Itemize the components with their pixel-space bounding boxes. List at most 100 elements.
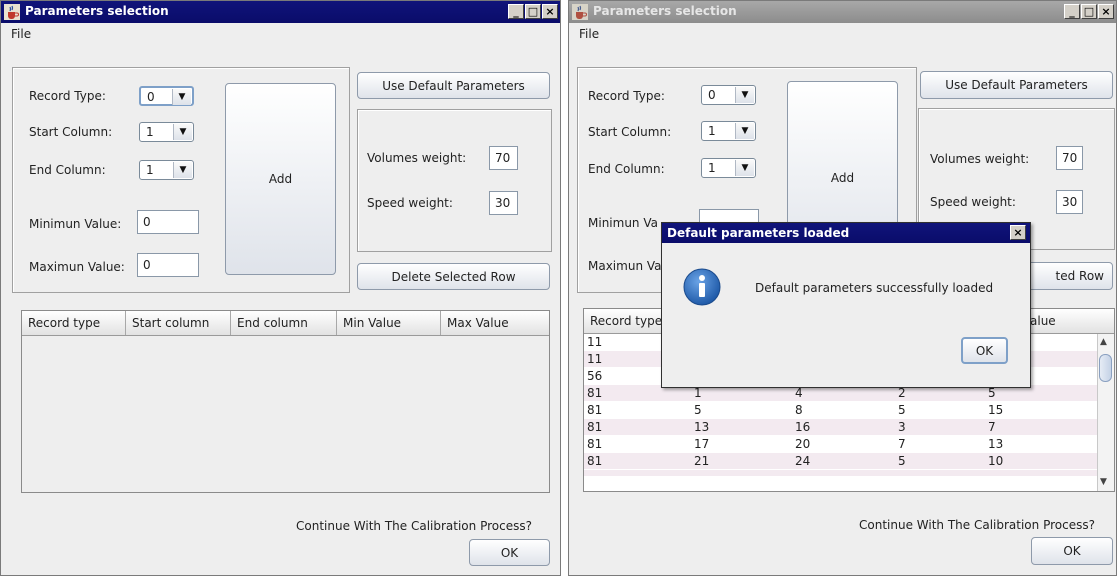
min-value-label: Minimun Value:	[29, 217, 122, 231]
add-button[interactable]: Add	[225, 83, 336, 275]
chevron-down-icon: ▼	[735, 160, 754, 176]
table-cell: 20	[795, 437, 811, 451]
minimize-button[interactable]: _	[1064, 4, 1080, 19]
table-row[interactable]: 81 17 20 7 13	[584, 436, 1098, 452]
chevron-down-icon: ▼	[173, 162, 192, 178]
menu-file[interactable]: File	[579, 27, 599, 41]
start-column-combo[interactable]: 1 ▼	[139, 122, 194, 142]
column-header[interactable]: Record type	[22, 311, 126, 335]
max-value-label: Maximun Va	[588, 259, 662, 273]
min-value-input[interactable]: 0	[137, 210, 199, 234]
volumes-weight-input[interactable]: 70	[489, 146, 518, 170]
table-cell: 5	[898, 403, 906, 417]
right-menu-bar: File	[569, 23, 1116, 45]
close-button[interactable]: ×	[1098, 4, 1114, 19]
table-cell: 17	[694, 437, 710, 451]
column-header[interactable]: Max Value	[441, 311, 549, 335]
speed-weight-label: Speed weight:	[367, 196, 453, 210]
table-cell: 16	[795, 420, 811, 434]
volumes-weight-input[interactable]: 70	[1056, 146, 1083, 170]
end-column-label: End Column:	[29, 163, 106, 177]
table-cell: 5	[898, 454, 906, 468]
chevron-down-icon: ▼	[172, 89, 191, 105]
volumes-weight-label: Volumes weight:	[930, 152, 1030, 166]
left-title-bar[interactable]: Parameters selection _ □ ×	[1, 1, 560, 23]
table-cell: 5	[694, 403, 702, 417]
close-button[interactable]: ×	[1010, 225, 1026, 240]
maximize-button[interactable]: □	[525, 4, 541, 19]
delete-selected-row-button[interactable]: Delete Selected Row	[357, 263, 550, 290]
volumes-weight-label: Volumes weight:	[367, 151, 467, 165]
table-cell: 3	[898, 420, 906, 434]
record-type-combo[interactable]: 0 ▼	[701, 85, 756, 105]
chevron-down-icon: ▼	[173, 124, 192, 140]
java-cup-icon	[572, 4, 588, 20]
table-cell: 81	[587, 420, 603, 434]
column-header[interactable]: Min Value	[337, 311, 441, 335]
table-row-partial[interactable]	[584, 470, 1098, 476]
left-weights-panel: Volumes weight: 70 Speed weight: 30	[357, 109, 552, 252]
chevron-down-icon: ▼	[735, 87, 754, 103]
table-cell: 81	[587, 437, 603, 451]
table-row[interactable]: 81 5 8 5 15	[584, 402, 1098, 418]
scroll-up-arrow-icon[interactable]: ▲	[1100, 337, 1107, 347]
column-header[interactable]: alue	[1024, 309, 1100, 333]
record-type-label: Record Type:	[29, 89, 106, 103]
maximize-button[interactable]: □	[1081, 4, 1097, 19]
table-cell: 11	[587, 335, 603, 349]
continue-question: Continue With The Calibration Process?	[859, 518, 1095, 532]
table-cell: 81	[587, 403, 603, 417]
dialog-title: Default parameters loaded	[667, 226, 850, 240]
end-column-combo[interactable]: 1 ▼	[701, 158, 756, 178]
table-cell: 11	[587, 352, 603, 366]
table-cell: 13	[988, 437, 1004, 451]
table-row[interactable]: 81 13 16 3 7	[584, 419, 1098, 435]
column-header[interactable]: Start column	[126, 311, 231, 335]
use-default-parameters-button[interactable]: Use Default Parameters	[920, 71, 1113, 99]
table-header: Record type Start column End column Min …	[22, 311, 549, 336]
chevron-down-icon: ▼	[735, 123, 754, 139]
dialog-title-bar[interactable]: Default parameters loaded ×	[662, 223, 1030, 243]
dialog-message: Default parameters successfully loaded	[755, 281, 994, 295]
end-column-combo[interactable]: 1 ▼	[139, 160, 194, 180]
right-title-bar[interactable]: Parameters selection _ □ ×	[569, 1, 1116, 23]
table-cell: 81	[587, 386, 603, 400]
dialog-ok-button[interactable]: OK	[961, 337, 1008, 364]
vertical-scrollbar[interactable]: ▲ ▼	[1097, 334, 1114, 491]
column-header[interactable]: End column	[231, 311, 337, 335]
left-input-panel: Record Type: 0 ▼ Start Column: 1 ▼ End C…	[12, 67, 350, 293]
use-default-parameters-button[interactable]: Use Default Parameters	[357, 72, 550, 99]
table-cell: 8	[795, 403, 803, 417]
table-cell: 24	[795, 454, 811, 468]
menu-file[interactable]: File	[11, 27, 31, 41]
ok-button[interactable]: OK	[469, 539, 550, 566]
max-value-label: Maximun Value:	[29, 260, 125, 274]
min-value-label: Minimun Va	[588, 216, 658, 230]
table-cell: 7	[988, 420, 996, 434]
max-value-input[interactable]: 0	[137, 253, 199, 277]
ok-button[interactable]: OK	[1031, 537, 1113, 565]
scroll-down-arrow-icon[interactable]: ▼	[1100, 477, 1107, 487]
scroll-thumb[interactable]	[1099, 354, 1112, 382]
left-window-title: Parameters selection	[25, 4, 169, 18]
table-cell: 13	[694, 420, 710, 434]
speed-weight-label: Speed weight:	[930, 195, 1016, 209]
left-menu-bar: File	[1, 23, 560, 45]
java-cup-icon	[4, 4, 20, 20]
start-column-label: Start Column:	[588, 125, 672, 139]
table-cell: 15	[988, 403, 1004, 417]
minimize-button[interactable]: _	[508, 4, 524, 19]
table-cell: 56	[587, 369, 603, 383]
close-button[interactable]: ×	[542, 4, 558, 19]
speed-weight-input[interactable]: 30	[489, 191, 518, 215]
speed-weight-input[interactable]: 30	[1056, 190, 1083, 214]
default-parameters-dialog: Default parameters loaded × Default para…	[661, 222, 1031, 388]
table-cell: 81	[587, 454, 603, 468]
right-window-title: Parameters selection	[593, 4, 737, 18]
start-column-combo[interactable]: 1 ▼	[701, 121, 756, 141]
record-type-combo[interactable]: 0 ▼	[139, 86, 194, 106]
table-body-empty[interactable]	[22, 336, 549, 492]
left-parameters-table[interactable]: Record type Start column End column Min …	[21, 310, 550, 493]
table-row[interactable]: 81 21 24 5 10	[584, 453, 1098, 469]
record-type-label: Record Type:	[588, 89, 665, 103]
